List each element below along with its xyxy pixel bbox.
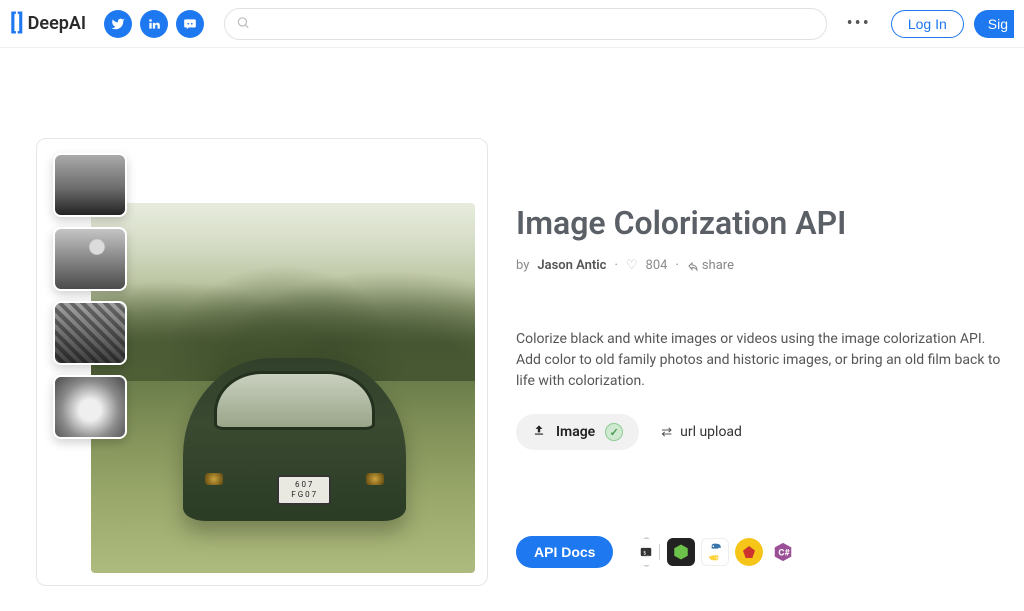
svg-text:C#: C# bbox=[779, 549, 791, 559]
header-bar: [ ] DeepAI ••• Log In Sig bbox=[0, 0, 1024, 48]
api-docs-button[interactable]: API Docs bbox=[516, 536, 613, 568]
svg-text:$_: $_ bbox=[644, 550, 651, 556]
url-upload-label: url upload bbox=[680, 424, 742, 440]
csharp-icon[interactable]: C# bbox=[769, 538, 797, 566]
dot-separator: · bbox=[614, 258, 617, 273]
info-column: Image Colorization API by Jason Antic · … bbox=[516, 138, 1008, 586]
thumbnail-3[interactable] bbox=[53, 301, 127, 365]
byline: by Jason Antic · ♡ 804 · share bbox=[516, 258, 1008, 273]
car-illustration: 6 0 7 F G 0 7 bbox=[183, 358, 406, 521]
url-upload-button[interactable]: ⇄ url upload bbox=[661, 424, 742, 440]
description: Colorize black and white images or video… bbox=[516, 329, 1008, 392]
thumbnail-4[interactable] bbox=[53, 375, 127, 439]
image-upload-button[interactable]: Image ✓ bbox=[516, 414, 639, 450]
ruby-icon[interactable] bbox=[735, 538, 763, 566]
thumbnail-1[interactable] bbox=[53, 153, 127, 217]
image-upload-label: Image bbox=[556, 424, 595, 440]
bottom-row: API Docs $_ C# bbox=[516, 536, 1008, 568]
social-icons bbox=[104, 10, 204, 38]
preview-card: 6 0 7 F G 0 7 bbox=[36, 138, 488, 586]
share-button[interactable]: share bbox=[687, 258, 734, 273]
like-count: 804 bbox=[646, 258, 668, 273]
search-input[interactable] bbox=[224, 8, 827, 40]
discord-icon[interactable] bbox=[176, 10, 204, 38]
heart-icon[interactable]: ♡ bbox=[626, 258, 638, 273]
upload-icon bbox=[532, 423, 546, 441]
page-title: Image Colorization API bbox=[516, 204, 1008, 242]
thumbnail-2[interactable] bbox=[53, 227, 127, 291]
license-plate: 6 0 7 F G 0 7 bbox=[277, 475, 331, 505]
author-name[interactable]: Jason Antic bbox=[537, 258, 606, 273]
bash-icon[interactable]: $_ bbox=[631, 537, 661, 567]
python-icon[interactable] bbox=[701, 538, 729, 566]
search-icon bbox=[236, 14, 250, 33]
check-badge-icon: ✓ bbox=[605, 423, 623, 441]
upload-row: Image ✓ ⇄ url upload bbox=[516, 414, 1008, 450]
dot-separator: · bbox=[675, 258, 678, 273]
thumbnail-column bbox=[53, 153, 127, 439]
swap-icon: ⇄ bbox=[661, 425, 672, 440]
language-icons: $_ C# bbox=[631, 537, 797, 567]
linkedin-icon[interactable] bbox=[140, 10, 168, 38]
by-prefix: by bbox=[516, 258, 529, 273]
more-menu-icon[interactable]: ••• bbox=[837, 13, 881, 34]
login-button[interactable]: Log In bbox=[891, 10, 964, 38]
hero-image: 6 0 7 F G 0 7 bbox=[91, 203, 475, 573]
brand-logo[interactable]: [ ] DeepAI bbox=[10, 11, 86, 36]
main-content: 6 0 7 F G 0 7 Image Colorization API by … bbox=[0, 48, 1024, 602]
logo-bracket-icon: [ ] bbox=[10, 11, 22, 36]
nodejs-icon[interactable] bbox=[667, 538, 695, 566]
twitter-icon[interactable] bbox=[104, 10, 132, 38]
signup-button[interactable]: Sig bbox=[974, 10, 1014, 38]
search-wrap bbox=[224, 8, 827, 40]
brand-name: DeepAI bbox=[28, 13, 86, 34]
